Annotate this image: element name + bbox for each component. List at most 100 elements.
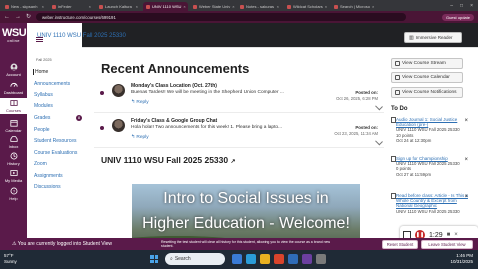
course-nav-zoom[interactable]: Zoom — [34, 161, 47, 167]
dismiss-icon[interactable]: × — [464, 118, 468, 124]
course-nav-syllabus[interactable]: Syllabus — [34, 92, 53, 98]
close-icon[interactable]: × — [277, 4, 279, 9]
calendar-icon — [395, 75, 400, 80]
windows-start-icon[interactable] — [150, 255, 158, 263]
url-input[interactable]: weber.instructure.com/courses/699191 — [36, 13, 407, 21]
browser-tab[interactable]: Notes - sakuras × — [237, 2, 282, 11]
weather-widget[interactable]: 57°F Sunny — [4, 253, 17, 264]
reset-student-button[interactable]: Reset Student — [382, 239, 418, 249]
global-nav-calendar[interactable]: Calendar — [0, 119, 27, 133]
global-nav-history[interactable]: History — [0, 152, 27, 166]
word-icon[interactable] — [288, 254, 298, 264]
global-nav-courses[interactable]: Courses — [0, 98, 27, 114]
close-icon[interactable]: × — [42, 4, 44, 9]
browser-tab[interactable]: Weber State Univ × — [190, 2, 235, 11]
checkmark-icon — [375, 102, 383, 111]
global-nav-dashboard[interactable]: Dashboard — [0, 81, 27, 95]
folder-icon[interactable] — [260, 254, 270, 264]
close-icon[interactable]: × — [183, 4, 185, 9]
course-heading: UNIV 1110 WSU Fall 2025 25330 ↗ — [101, 155, 236, 165]
announcement-item[interactable]: Friday's Class & Google Group Chat Hola … — [94, 118, 384, 148]
immersive-reader-button[interactable]: ▥ Immersive Reader — [404, 32, 462, 43]
global-nav-account[interactable]: Account — [0, 63, 27, 77]
unread-dot-icon — [100, 91, 104, 95]
close-icon[interactable]: × — [372, 4, 374, 9]
course-nav-grades[interactable]: Grades — [34, 115, 50, 121]
main-content: Recent Announcements Monday's Class Loca… — [82, 48, 385, 250]
course-nav-people[interactable]: People — [34, 127, 50, 133]
dismiss-icon[interactable]: × — [464, 157, 468, 163]
global-nav-help[interactable]: ? Help — [0, 187, 27, 201]
address-bar: ← → ↻ weber.instructure.com/courses/6991… — [0, 11, 478, 23]
reply-link[interactable]: ↰ Reply — [131, 100, 149, 105]
file-explorer-icon[interactable] — [232, 254, 242, 264]
todo-link[interactable]: Read before class: Article - Is This a W… — [396, 193, 468, 209]
window-close-icon[interactable]: × — [470, 3, 473, 9]
view-course-notifications-button[interactable]: View Course Notifications — [391, 87, 463, 98]
reply-link[interactable]: ↰ Reply — [131, 135, 149, 140]
tab-favicon-icon — [334, 4, 338, 9]
banner-title-line1: Intro to Social Issues in — [163, 190, 329, 207]
browser-tab[interactable]: New - skpsanh × — [2, 2, 47, 11]
maximize-icon[interactable]: □ — [460, 3, 463, 9]
student-view-description: Resetting the test student will clear al… — [161, 240, 331, 248]
global-nav-my-media[interactable]: My Media — [0, 169, 27, 183]
browser-tab[interactable]: Search | Microso × — [331, 2, 376, 11]
button-label: View Course Stream — [402, 61, 446, 66]
book-icon: ▥ — [409, 34, 414, 41]
chrome-icon[interactable] — [274, 254, 284, 264]
announcement-item[interactable]: Monday's Class Location (Oct. 27th) Buen… — [94, 83, 384, 113]
course-nav-student-resources[interactable]: Student Resources — [34, 138, 77, 144]
tab-favicon-icon — [146, 4, 150, 9]
browser-tab[interactable]: Wildcat Scholars × — [284, 2, 329, 11]
course-nav-modules[interactable]: Modules — [34, 103, 53, 109]
browser-tab[interactable]: Launch Kaltura × — [96, 2, 141, 11]
system-tray-clock[interactable]: 1:46 PM 10/31/2025 — [450, 253, 473, 264]
course-nav-home[interactable]: Home — [33, 69, 48, 75]
external-link-icon: ↗ — [230, 159, 236, 165]
profile-button[interactable]: Guest update — [441, 13, 474, 21]
forward-icon[interactable]: → — [15, 14, 21, 20]
close-icon[interactable]: × — [89, 4, 91, 9]
browser-tab-active[interactable]: UNIV 1110 WSU × — [143, 2, 188, 11]
page-title: Recent Announcements — [101, 61, 250, 76]
global-nav-inbox[interactable]: Inbox — [0, 135, 27, 149]
announcement-title[interactable]: Monday's Class Location (Oct. 27th) — [131, 83, 217, 89]
tab-label: Weber State Univ — [199, 4, 231, 9]
taskbar-search[interactable]: ⌕ Search — [165, 253, 225, 265]
wsu-logo[interactable]: WSU online — [2, 27, 27, 43]
dismiss-icon[interactable]: × — [464, 194, 468, 200]
todo-link[interactable]: Audio Journal 1: Social Justice Educatio… — [396, 117, 468, 127]
app-icon[interactable] — [316, 254, 326, 264]
view-course-stream-button[interactable]: View Course Stream — [391, 58, 463, 69]
close-icon[interactable]: × — [136, 4, 138, 9]
leave-student-view-button[interactable]: Leave Student View — [421, 239, 473, 249]
nav-label: Courses — [6, 108, 21, 113]
close-icon[interactable]: × — [325, 4, 327, 9]
clock-date: 10/31/2025 — [450, 258, 473, 264]
edge-icon[interactable] — [246, 254, 256, 264]
teams-icon[interactable] — [302, 254, 312, 264]
course-nav-discussions[interactable]: Discussions — [34, 184, 61, 190]
window-controls: – □ × — [450, 3, 478, 11]
nav-label: Dashboard — [3, 90, 24, 95]
tab-favicon-icon — [240, 4, 244, 9]
breadcrumb[interactable]: UNIV 1110 WSU Fall 2025 25330 — [37, 33, 126, 39]
taskbar: 57°F Sunny ⌕ Search 1:46 PM 10/31/2025 — [0, 250, 478, 269]
minimize-icon[interactable]: – — [450, 3, 453, 9]
tab-label: Notes - sakuras — [246, 4, 275, 9]
reload-icon[interactable]: ↻ — [26, 14, 31, 20]
tab-favicon-icon — [5, 4, 9, 9]
back-icon[interactable]: ← — [4, 14, 10, 20]
tab-label: Wildcat Scholars — [293, 4, 323, 9]
course-nav-course-evaluations[interactable]: Course Evaluations — [34, 150, 77, 156]
screen: New - skpsanh × inFeder × Launch Kaltura × … — [0, 0, 478, 269]
announcement-title[interactable]: Friday's Class & Google Group Chat — [131, 118, 217, 124]
course-nav-announcements[interactable]: Announcements — [34, 81, 70, 87]
course-nav-assignments[interactable]: Assignments — [34, 173, 63, 179]
browser-tab[interactable]: inFeder × — [49, 2, 94, 11]
course-nav: Fall 2025 Home Announcements Syllabus Mo… — [27, 23, 82, 250]
view-course-calendar-button[interactable]: View Course Calendar — [391, 72, 463, 83]
tab-label: UNIV 1110 WSU — [152, 4, 182, 9]
close-icon[interactable]: × — [232, 4, 234, 9]
